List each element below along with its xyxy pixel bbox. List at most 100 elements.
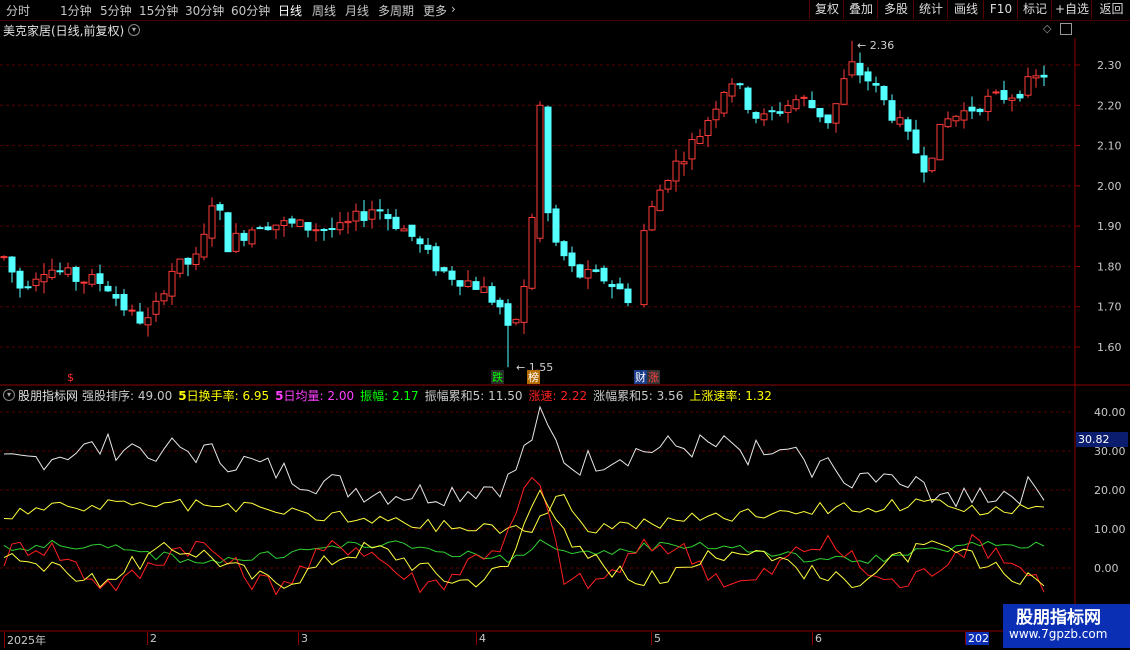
candle-body	[56, 270, 64, 273]
indicator-value: 6.95	[242, 389, 270, 403]
event-marker-label: 财	[635, 370, 646, 384]
candle-body	[344, 220, 352, 224]
indicator-item: 5日均量: 2.00	[275, 389, 354, 403]
indicator-item: 涨幅累和5: 3.56	[593, 389, 683, 403]
candle-body	[872, 83, 880, 86]
candle-body	[440, 267, 448, 272]
candle-body	[864, 71, 872, 82]
time-axis-label: 3	[298, 632, 308, 645]
candle-body	[96, 273, 104, 284]
candle-body	[1000, 90, 1008, 100]
candle-body	[608, 284, 616, 288]
candle-body	[1040, 74, 1048, 78]
candle-body	[80, 281, 88, 284]
candle-body	[48, 269, 56, 279]
candle-body	[752, 112, 760, 119]
candle-body	[128, 309, 136, 312]
candle-body	[88, 274, 96, 285]
indicator-name[interactable]: 股朋指标网	[18, 387, 78, 404]
candle-body	[264, 226, 272, 231]
candle-body	[880, 85, 888, 101]
candle-body	[800, 96, 808, 99]
candle-body	[448, 270, 456, 280]
candle-body	[720, 91, 728, 114]
indicator-item: 振幅累和5: 11.50	[425, 389, 523, 403]
time-axis-label: 6	[812, 632, 822, 645]
strength-line	[3, 405, 1045, 508]
candle-body	[832, 103, 840, 124]
candle-body	[336, 222, 344, 231]
candle-body	[960, 110, 968, 121]
candle-body	[776, 111, 784, 114]
indicator-prefix: 5	[275, 389, 284, 403]
candle-body	[592, 269, 600, 272]
indicator-value: 3.56	[656, 389, 684, 403]
candle-body	[376, 209, 384, 212]
candle-body	[664, 179, 672, 190]
candle-body	[536, 104, 544, 239]
candle-body	[384, 214, 392, 220]
candle-body	[648, 206, 656, 231]
indicator-value: 2.17	[391, 389, 419, 403]
candle-body	[768, 110, 776, 113]
candle-body	[616, 283, 624, 290]
candle-body	[1024, 76, 1032, 96]
candle-body	[984, 95, 992, 113]
indicator-prefix: 5	[178, 389, 187, 403]
high-price-label: ← 2.36	[857, 39, 894, 52]
candle-body	[728, 83, 736, 97]
indicator-tick-label: 20.00	[1094, 484, 1126, 497]
speed-line	[3, 476, 1045, 596]
candle-body	[248, 229, 256, 245]
candle-body	[904, 119, 912, 132]
candle-body	[392, 216, 400, 229]
indicator-label: 振幅累和5:	[424, 389, 489, 403]
candle-body	[64, 267, 72, 275]
candle-body	[0, 256, 8, 259]
candle-body	[560, 241, 568, 257]
event-marker-label: $	[67, 371, 74, 384]
candle-body	[72, 266, 80, 282]
candle-body	[224, 212, 232, 253]
indicator-tick-label: 0.00	[1094, 562, 1119, 575]
candle-body	[824, 114, 832, 124]
event-marker-label: 榜	[528, 370, 539, 384]
candle-body	[400, 228, 408, 232]
candle-body	[408, 224, 416, 237]
indicator-label: 涨速:	[528, 389, 561, 403]
candle-body	[584, 268, 592, 279]
candle-body	[216, 204, 224, 211]
candle-body	[1008, 97, 1016, 101]
candle-body	[256, 227, 264, 230]
indicator-tick-label: 40.00	[1094, 406, 1126, 419]
candle-body	[456, 280, 464, 287]
time-axis-label: 5	[651, 632, 661, 645]
candle-body	[40, 273, 48, 283]
candle-body	[168, 270, 176, 297]
indicator-label: 涨幅累和5:	[593, 389, 657, 403]
candle-body	[944, 118, 952, 128]
candle-body	[680, 161, 688, 165]
candle-body	[792, 99, 800, 110]
chart-area: 2.30 2.20 2.10 2.00 1.90 1.80 1.70 1.60 40.00 30.…	[0, 38, 1130, 632]
chevron-down-icon[interactable]: ▾	[3, 389, 15, 401]
candle-body	[848, 61, 856, 76]
candle-body	[272, 224, 280, 231]
watermark-title: 股朋指标网	[1016, 608, 1101, 628]
price-tick-label: 1.90	[1097, 220, 1122, 233]
candle-body	[288, 218, 296, 224]
candle-body	[640, 230, 648, 306]
turnover-line	[3, 494, 1045, 535]
candle-body	[784, 105, 792, 113]
candle-body	[144, 317, 152, 326]
price-tick-label: 2.00	[1097, 180, 1122, 193]
candle-body	[1032, 75, 1040, 79]
candle-body	[24, 286, 32, 289]
candle-body	[888, 100, 896, 121]
candle-body	[688, 139, 696, 160]
candle-body	[1016, 93, 1024, 99]
candle-body	[184, 257, 192, 265]
indicator-label: 振幅:	[360, 389, 392, 403]
candle-body	[312, 229, 320, 232]
price-tick-label: 2.30	[1097, 59, 1122, 72]
